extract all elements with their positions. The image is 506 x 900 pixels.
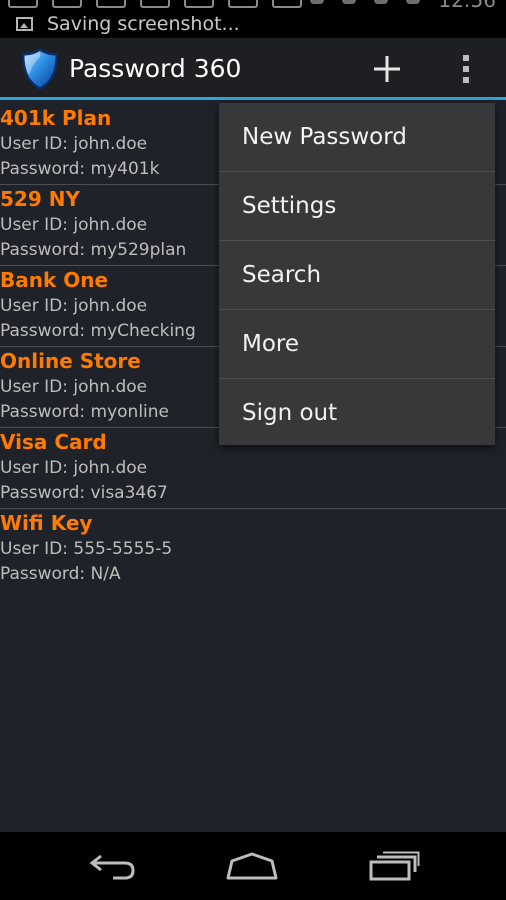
menu-item-sign-out[interactable]: Sign out xyxy=(219,379,495,448)
more-vert-icon xyxy=(463,55,469,83)
notification-text: Saving screenshot... xyxy=(47,13,240,35)
menu-item-search[interactable]: Search xyxy=(219,241,495,310)
signal-icon xyxy=(406,0,421,4)
home-button[interactable] xyxy=(222,846,282,886)
entry-password: Password: visa3467 xyxy=(0,483,168,503)
password-entry[interactable]: Wifi Key User ID: 555-5555-5 Password: N… xyxy=(0,509,506,590)
overflow-menu: New Password Settings Search More Sign o… xyxy=(219,103,495,445)
menu-item-more[interactable]: More xyxy=(219,310,495,379)
navigation-bar xyxy=(0,832,506,900)
notification-icon xyxy=(140,0,170,8)
recent-apps-icon xyxy=(369,851,420,881)
menu-item-new-password[interactable]: New Password xyxy=(219,103,495,172)
menu-item-settings[interactable]: Settings xyxy=(219,172,495,241)
recent-apps-button[interactable] xyxy=(364,846,424,886)
bluetooth-icon xyxy=(342,0,357,4)
status-notification-icons xyxy=(8,0,302,8)
wifi-icon xyxy=(374,0,389,4)
action-bar-underline xyxy=(0,97,506,100)
app-title: Password 360 xyxy=(69,54,242,83)
entry-name: Wifi Key xyxy=(0,511,93,535)
shield-icon[interactable] xyxy=(20,46,60,92)
entry-user-id: User ID: john.doe xyxy=(0,458,148,478)
back-arrow-icon xyxy=(89,854,135,880)
alarm-icon xyxy=(310,0,325,4)
image-icon xyxy=(16,17,33,31)
system-status-icons: 12:56 xyxy=(310,0,496,10)
notification-icon xyxy=(184,0,214,8)
status-clock: 12:56 xyxy=(438,0,496,12)
back-button[interactable] xyxy=(82,846,142,886)
add-button[interactable] xyxy=(362,46,412,92)
overflow-menu-button[interactable] xyxy=(444,46,488,92)
entry-user-id: User ID: 555-5555-5 xyxy=(0,539,173,559)
notification-icon xyxy=(228,0,258,8)
notification-icon xyxy=(52,0,82,8)
entry-password: Password: N/A xyxy=(0,564,121,584)
screen: Saving screenshot... 12:56 Password 360 … xyxy=(0,0,506,900)
notification-icon xyxy=(272,0,302,8)
home-icon xyxy=(226,852,278,880)
notification-icon xyxy=(8,0,38,8)
notification-icon xyxy=(96,0,126,8)
status-bar: Saving screenshot... 12:56 xyxy=(0,0,506,38)
plus-icon xyxy=(374,56,400,82)
action-bar: Password 360 xyxy=(0,38,506,100)
